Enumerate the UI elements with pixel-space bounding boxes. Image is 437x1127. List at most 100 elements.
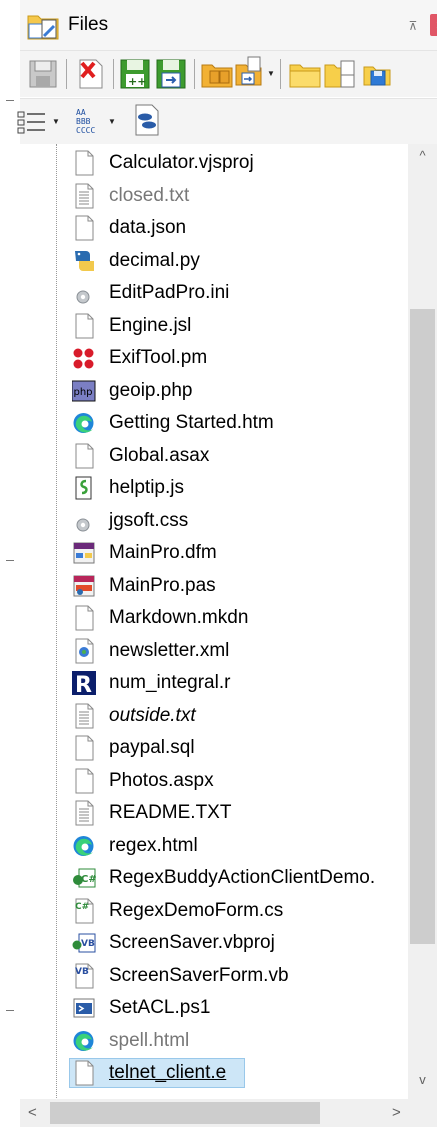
file-name: RegexBuddyActionClientDemo. (109, 867, 376, 888)
scroll-up-arrow[interactable]: ^ (408, 148, 437, 163)
file-name: data.json (109, 217, 187, 238)
toolbar-separator (66, 59, 67, 89)
scroll-right-arrow[interactable]: > (392, 1104, 401, 1121)
file-list-item[interactable]: outside.txt (22, 700, 408, 732)
sort-alpha-icon[interactable]: AA BBB CCCC (72, 105, 106, 139)
file-list-item[interactable]: Global.asax (22, 440, 408, 472)
python-icon (75, 250, 94, 271)
csharp-file-icon: C# (75, 898, 94, 923)
text-file-icon (75, 800, 94, 826)
file-list-item[interactable]: EditPadPro.ini (22, 277, 408, 309)
chevron-down-icon[interactable]: ▼ (267, 69, 275, 78)
open-folder-dropdown-icon[interactable] (234, 55, 268, 89)
file-name: Global.asax (109, 444, 210, 466)
save-all-redirect-icon[interactable] (154, 57, 188, 91)
text-file-icon (75, 703, 94, 728)
toolbar-separator (113, 59, 114, 89)
file-name: geoip.php (109, 379, 193, 401)
file-list-item[interactable]: Rnum_integral.r (22, 667, 408, 699)
file-name: closed.txt (109, 184, 190, 206)
svg-text:VB: VB (75, 967, 89, 977)
settings-file-icon (76, 290, 90, 304)
file-compare-icon[interactable] (130, 103, 164, 137)
file-list-item[interactable]: VB ScreenSaverForm.vb (22, 960, 408, 992)
file-list-item[interactable]: paypal.sql (22, 732, 408, 764)
panel-titlebar: Files ⊼ (20, 0, 437, 50)
file-list-item[interactable]: regex.html (22, 830, 408, 862)
file-name: paypal.sql (109, 737, 195, 758)
open-folder-icon[interactable] (200, 57, 234, 91)
file-name: spell.html (109, 1029, 190, 1051)
vertical-scrollbar[interactable]: ^ v (408, 144, 437, 1099)
file-name: num_integral.r (109, 672, 231, 693)
file-list-item[interactable]: closed.txt (22, 180, 408, 212)
file-list-item[interactable]: README.TXT (22, 797, 408, 829)
vertical-scroll-thumb[interactable] (410, 309, 435, 944)
file-list-item[interactable]: VB ScreenSaver.vbproj (22, 927, 408, 959)
file-list-item[interactable]: data.json (22, 212, 408, 244)
file-name: Markdown.mkdn (109, 607, 249, 628)
file-list-item[interactable]: C# RegexDemoForm.cs (22, 895, 408, 927)
file-list-item[interactable]: ExifTool.pm (22, 342, 408, 374)
file-list-item[interactable]: telnet_client.e (22, 1057, 408, 1089)
file-name: helptip.js (109, 477, 184, 498)
delete-icon[interactable] (74, 57, 108, 91)
pin-button[interactable]: ⊼ (406, 18, 420, 34)
file-list-item[interactable]: Photos.aspx (22, 765, 408, 797)
chevron-down-icon[interactable]: ▼ (108, 117, 116, 126)
new-folder-icon[interactable] (288, 57, 322, 91)
pas-icon (73, 575, 95, 596)
gutter-marker (6, 560, 14, 561)
file-list-item[interactable]: decimal.py (22, 245, 408, 277)
save-all-icon[interactable]: ++ (118, 57, 152, 91)
blank-file-icon (75, 605, 94, 631)
checklist-view-icon[interactable] (16, 105, 50, 139)
file-name: README.TXT (109, 802, 232, 823)
file-name: regex.html (109, 834, 198, 856)
file-list-item[interactable]: MainPro.dfm (22, 537, 408, 569)
gutter-marker (6, 100, 14, 101)
file-name: EditPadPro.ini (109, 282, 230, 303)
blank-file-icon (75, 735, 94, 761)
file-list-item[interactable]: php geoip.php (22, 375, 408, 407)
xml-file-icon (75, 638, 94, 663)
edge-icon (73, 1030, 94, 1051)
file-list: Calculator.vjsproj closed.txt data.json dec… (22, 144, 408, 1104)
file-list-item[interactable]: Markdown.mkdn (22, 602, 408, 634)
svg-text:R: R (75, 673, 92, 696)
scroll-left-arrow[interactable]: < (28, 1104, 37, 1121)
file-name: ScreenSaverForm.vb (109, 964, 289, 986)
file-list-item[interactable]: Calculator.vjsproj (22, 147, 408, 179)
files-panel-icon (27, 15, 59, 40)
file-list-item[interactable]: jgsoft.css (22, 505, 408, 537)
file-list-item[interactable]: SetACL.ps1 (22, 992, 408, 1024)
blank-file-icon (75, 1060, 94, 1086)
file-name: decimal.py (109, 249, 200, 271)
chevron-down-icon[interactable]: ▼ (52, 117, 60, 126)
file-list-item[interactable]: helptip.js (22, 472, 408, 504)
file-list-item[interactable]: newsletter.xml (22, 635, 408, 667)
text-file-icon (75, 183, 94, 208)
folder-files-icon[interactable] (323, 57, 357, 91)
folder-save-icon[interactable] (360, 57, 394, 91)
file-name: ScreenSaver.vbproj (109, 932, 275, 953)
scrollbar-corner (408, 1099, 437, 1127)
file-list-item[interactable]: C# RegexBuddyActionClientDemo. (22, 862, 408, 894)
file-name: Getting Started.htm (109, 412, 274, 433)
file-list-item[interactable]: MainPro.pas (22, 570, 408, 602)
svg-text:BBB: BBB (76, 117, 91, 126)
file-list-item[interactable]: spell.html (22, 1025, 408, 1057)
powershell-icon (73, 998, 95, 1018)
horizontal-scroll-thumb[interactable] (50, 1102, 320, 1124)
scroll-down-arrow[interactable]: v (408, 1072, 437, 1087)
file-name: Photos.aspx (109, 769, 214, 791)
file-list-item[interactable]: Getting Started.htm (22, 407, 408, 439)
svg-text:CCCC: CCCC (76, 126, 95, 135)
file-list-item[interactable]: Engine.jsl (22, 310, 408, 342)
horizontal-scrollbar[interactable]: < > (20, 1099, 437, 1127)
dfm-icon (73, 542, 95, 564)
save-icon[interactable] (26, 57, 60, 91)
close-button[interactable] (430, 14, 437, 36)
r-language-icon: R (72, 671, 96, 696)
file-name: RegexDemoForm.cs (109, 899, 284, 921)
